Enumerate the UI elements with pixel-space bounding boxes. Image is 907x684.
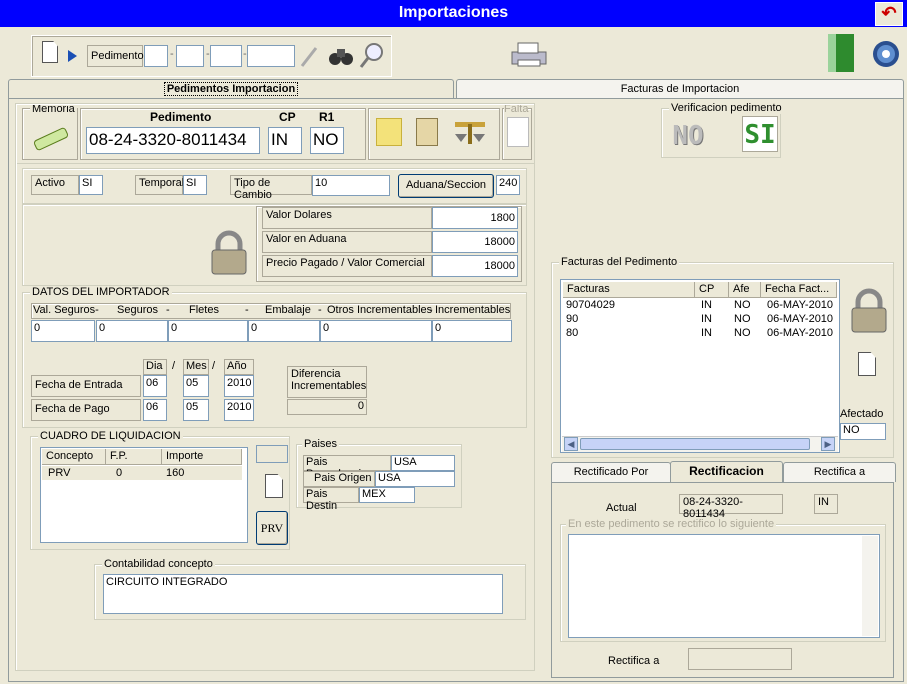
window-title: Importaciones [0, 0, 907, 27]
factura-row-2-fecha[interactable]: 06-MAY-2010 [767, 313, 833, 325]
exit-door-icon[interactable] [822, 32, 858, 74]
facturas-title: Facturas del Pedimento [559, 256, 680, 268]
binoculars-icon[interactable] [328, 44, 354, 68]
rectifica-a-label: Rectifica a [608, 655, 660, 667]
rectifica-a-field[interactable] [688, 648, 792, 670]
pedimento-label: Pedimento [87, 45, 144, 67]
new-document-icon[interactable] [42, 41, 58, 63]
magnifier-icon[interactable] [358, 40, 386, 70]
tab-rectificado-por[interactable]: Rectificado Por [551, 462, 671, 482]
undo-icon[interactable]: ↶ [875, 2, 903, 26]
tab-rectifica-a[interactable]: Rectifica a [783, 462, 896, 482]
actual-label: Actual [606, 502, 637, 514]
tab-pedimentos-importacion[interactable]: Pedimentos Importacion [8, 79, 454, 99]
scroll-left-arrow-icon[interactable]: ◀ [564, 437, 578, 451]
facturas-header-facturas[interactable]: Facturas [563, 282, 695, 298]
pedimento-part4-input[interactable] [247, 45, 295, 67]
facturas-header-cp[interactable]: CP [695, 282, 729, 298]
rectifico-vertical-scrollbar[interactable] [862, 536, 878, 636]
facturas-header-afe[interactable]: Afe [729, 282, 761, 298]
new-factura-icon[interactable] [858, 352, 876, 376]
play-icon[interactable] [68, 50, 77, 62]
factura-row-2-cp[interactable]: IN [701, 313, 712, 325]
facturas-header-fecha[interactable]: Fecha Fact... [761, 282, 837, 298]
factura-row-3-fecha[interactable]: 06-MAY-2010 [767, 327, 833, 339]
factura-row-1-afe[interactable]: NO [734, 299, 751, 311]
tab-facturas-importacion[interactable]: Facturas de Importacion [456, 79, 904, 99]
verificacion-title: Verificacion pedimento [669, 102, 784, 114]
left-outer-group [15, 103, 535, 671]
settings-gear-icon[interactable] [870, 38, 902, 70]
tab-rectificacion[interactable]: Rectificacion [670, 461, 783, 483]
pedimento-part1-input[interactable] [144, 45, 168, 67]
factura-row-2-numero[interactable]: 90 [566, 313, 578, 325]
actual-cp-field[interactable]: IN [814, 494, 838, 514]
pedimento-part2-input[interactable] [176, 45, 204, 67]
no-button[interactable]: NO [670, 118, 706, 154]
afectado-field[interactable]: NO [840, 423, 886, 440]
factura-row-1-numero[interactable]: 90704029 [566, 299, 615, 311]
factura-row-3-cp[interactable]: IN [701, 327, 712, 339]
printer-icon[interactable] [508, 40, 550, 70]
factura-row-3-afe[interactable]: NO [734, 327, 751, 339]
scroll-thumb[interactable] [580, 438, 810, 450]
pencil-icon[interactable] [298, 44, 320, 70]
factura-row-3-numero[interactable]: 80 [566, 327, 578, 339]
facturas-lock-icon[interactable] [846, 288, 892, 336]
scroll-right-arrow-icon[interactable]: ▶ [821, 437, 835, 451]
afectado-label: Afectado [840, 408, 884, 420]
si-button[interactable]: SI [742, 116, 778, 152]
factura-row-2-afe[interactable]: NO [734, 313, 751, 325]
actual-field[interactable]: 08-24-3320-8011434 [679, 494, 783, 520]
factura-row-1-fecha[interactable]: 06-MAY-2010 [767, 299, 833, 311]
pedimento-part3-input[interactable] [210, 45, 242, 67]
rectifico-title: En este pedimento se rectifico lo siguie… [566, 518, 777, 530]
factura-row-1-cp[interactable]: IN [701, 299, 712, 311]
rectifico-textarea[interactable] [568, 534, 880, 638]
